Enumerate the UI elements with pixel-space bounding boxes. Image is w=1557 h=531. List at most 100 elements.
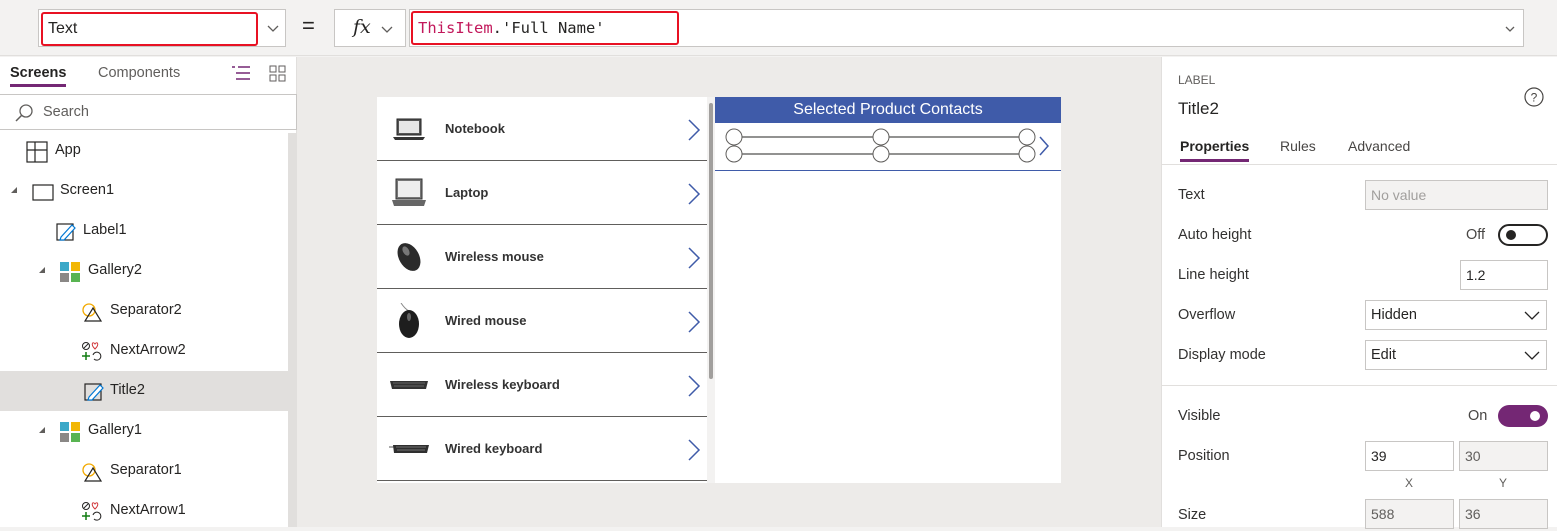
scrollbar-thumb[interactable] xyxy=(709,103,713,379)
product-row[interactable]: Wireless keyboard xyxy=(377,353,707,417)
overflow-label: Overflow xyxy=(1178,307,1236,323)
svg-text:?: ? xyxy=(1531,91,1538,105)
app-icon xyxy=(26,141,48,163)
product-name: Laptop xyxy=(445,185,489,200)
selected-label-handles[interactable] xyxy=(715,123,1061,171)
gallery-icon xyxy=(60,262,80,282)
product-row[interactable]: Wireless mouse xyxy=(377,225,707,289)
grid-view-icon[interactable] xyxy=(268,64,288,84)
display-mode-label: Display mode xyxy=(1178,347,1266,363)
tree-item-label1[interactable]: Label1 xyxy=(0,211,288,251)
collapse-icon[interactable] xyxy=(38,266,46,274)
tree-item-gallery1[interactable]: Gallery1 xyxy=(0,411,288,451)
product-row[interactable]: Wired keyboard xyxy=(377,417,707,481)
product-name: Wireless keyboard xyxy=(445,377,560,392)
control-type: LABEL xyxy=(1178,73,1216,87)
tab-screens[interactable]: Screens xyxy=(10,65,67,87)
icons-icon xyxy=(82,502,102,521)
divider xyxy=(1162,385,1557,386)
search-icon xyxy=(15,104,33,122)
display-mode-dropdown[interactable]: Edit xyxy=(1365,340,1547,370)
tree-item-title2[interactable]: Title2 xyxy=(0,371,288,411)
position-x-input[interactable]: 39 xyxy=(1365,441,1454,471)
tree-search-input[interactable]: Search xyxy=(0,94,297,130)
chevron-down-icon xyxy=(381,26,393,33)
next-arrow-icon[interactable] xyxy=(687,183,701,205)
product-row[interactable]: Notebook xyxy=(377,97,707,161)
tab-rules[interactable]: Rules xyxy=(1280,138,1316,154)
tree-item-label: NextArrow1 xyxy=(110,502,186,518)
position-y-input[interactable]: 30 xyxy=(1459,441,1548,471)
equals-sign: = xyxy=(302,13,315,38)
product-name: Wired mouse xyxy=(445,313,527,328)
fx-button[interactable]: fx xyxy=(334,9,406,47)
auto-height-toggle[interactable] xyxy=(1498,224,1548,246)
tree-item-label: Separator1 xyxy=(110,462,182,478)
visible-toggle[interactable] xyxy=(1498,405,1548,427)
tree-item-gallery2[interactable]: Gallery2 xyxy=(0,251,288,291)
expand-formula-icon[interactable] xyxy=(1503,22,1517,36)
product-row[interactable]: Wired mouse xyxy=(377,289,707,353)
next-arrow-icon[interactable] xyxy=(687,247,701,269)
contacts-gallery-item[interactable] xyxy=(715,123,1061,171)
property-value: Text xyxy=(48,20,78,37)
design-canvas: Notebook Laptop Wireless mouse Wired mou… xyxy=(297,57,1161,527)
app-screen[interactable]: Notebook Laptop Wireless mouse Wired mou… xyxy=(377,97,1061,483)
wireless-mouse-image xyxy=(397,243,421,271)
tree-item-separator2[interactable]: Separator2 xyxy=(0,291,288,331)
tree-item-separator1[interactable]: Separator1 xyxy=(0,451,288,491)
next-arrow-icon[interactable] xyxy=(687,375,701,397)
line-height-input[interactable]: 1.2 xyxy=(1460,260,1548,290)
size-label: Size xyxy=(1178,507,1207,523)
control-name[interactable]: Title2 xyxy=(1178,99,1219,119)
product-name: Wired keyboard xyxy=(445,441,543,456)
tree-view-icon[interactable] xyxy=(231,65,251,83)
tree-item-label: Screen1 xyxy=(60,182,115,198)
formula-input[interactable]: ThisItem.'Full Name' xyxy=(409,9,1524,47)
fx-icon: fx xyxy=(353,16,371,38)
gallery-scrollbar[interactable] xyxy=(707,97,715,483)
size-width-input[interactable]: 588 xyxy=(1365,499,1454,529)
tab-properties[interactable]: Properties xyxy=(1180,138,1250,162)
position-label: Position xyxy=(1178,448,1230,464)
notebook-image xyxy=(393,118,425,140)
wired-mouse-image xyxy=(399,303,419,338)
collapse-icon[interactable] xyxy=(38,426,46,434)
overflow-dropdown[interactable]: Hidden xyxy=(1365,300,1547,330)
size-height-input[interactable]: 36 xyxy=(1459,499,1548,529)
laptop-image xyxy=(392,178,426,206)
product-row[interactable]: Laptop xyxy=(377,161,707,225)
tab-advanced[interactable]: Advanced xyxy=(1348,138,1410,154)
tree-item-nextarrow1[interactable]: NextArrow1 xyxy=(0,491,288,531)
tree-item-label: NextArrow2 xyxy=(110,342,186,358)
x-axis-label: X xyxy=(1405,476,1414,490)
text-input[interactable]: No value xyxy=(1365,180,1548,210)
formula-rest: .'Full Name' xyxy=(492,19,605,37)
next-arrow-icon[interactable] xyxy=(687,439,701,461)
tree-item-screen1[interactable]: Screen1 xyxy=(0,171,288,211)
toggle-knob xyxy=(1530,411,1540,421)
chevron-down-icon xyxy=(267,25,279,32)
tree-view-panel: Screens Components Search App Screen1 La… xyxy=(0,57,297,527)
tab-components[interactable]: Components xyxy=(98,65,180,81)
wired-keyboard-image xyxy=(389,445,429,453)
formula-keyword: ThisItem xyxy=(418,19,493,37)
shapes-icon xyxy=(82,303,103,322)
text-label: Text xyxy=(1178,187,1205,203)
overflow-value: Hidden xyxy=(1371,307,1417,323)
tree-item-app[interactable]: App xyxy=(0,131,288,171)
label-icon xyxy=(84,383,104,401)
visible-label: Visible xyxy=(1178,408,1221,424)
toggle-knob xyxy=(1506,230,1516,240)
help-icon[interactable]: ? xyxy=(1523,86,1545,108)
tree-item-nextarrow2[interactable]: NextArrow2 xyxy=(0,331,288,371)
next-arrow-icon[interactable] xyxy=(687,119,701,141)
property-dropdown[interactable]: Text xyxy=(38,9,286,47)
visible-state: On xyxy=(1468,408,1488,424)
next-arrow-icon[interactable] xyxy=(687,311,701,333)
properties-panel: LABEL Title2 ? Properties Rules Advanced… xyxy=(1161,57,1557,529)
tree-scrollbar[interactable] xyxy=(288,133,296,527)
wireless-keyboard-image xyxy=(390,381,428,389)
product-name: Notebook xyxy=(445,121,505,136)
collapse-icon[interactable] xyxy=(10,186,18,194)
